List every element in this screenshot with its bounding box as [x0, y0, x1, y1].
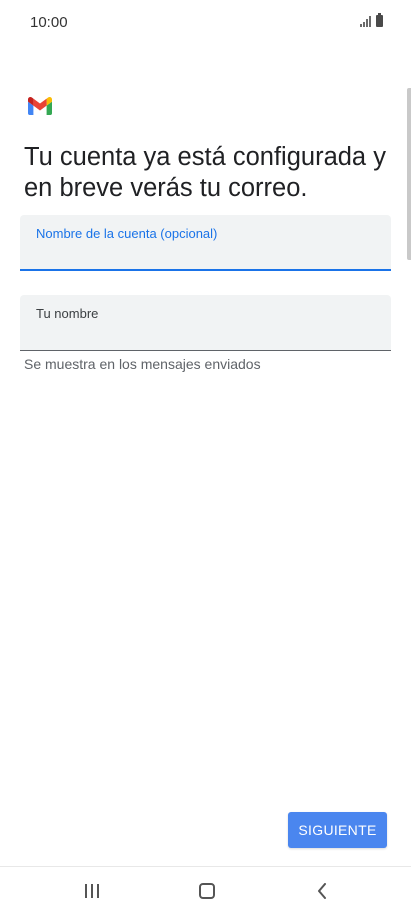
next-button[interactable]: SIGUIENTE: [288, 812, 387, 848]
your-name-label: Tu nombre: [36, 306, 99, 321]
signal-icon: [360, 15, 371, 27]
home-icon: [199, 883, 215, 899]
recents-button[interactable]: [62, 867, 122, 915]
status-time: 10:00: [30, 14, 68, 31]
your-name-field[interactable]: Tu nombre: [20, 295, 391, 351]
account-name-field[interactable]: Nombre de la cuenta (opcional): [20, 215, 391, 271]
back-button[interactable]: [292, 867, 352, 915]
your-name-input[interactable]: [36, 323, 376, 345]
battery-icon: [376, 13, 383, 27]
home-button[interactable]: [177, 867, 237, 915]
back-icon: [318, 883, 326, 899]
account-name-label: Nombre de la cuenta (opcional): [36, 226, 218, 241]
navigation-bar: [0, 866, 411, 915]
account-name-input[interactable]: [36, 243, 376, 265]
status-icons: [360, 13, 383, 27]
recents-icon: [85, 884, 99, 898]
gmail-logo-icon: [28, 97, 52, 115]
status-bar: 10:00: [0, 0, 411, 46]
scrollbar[interactable]: [407, 88, 411, 260]
your-name-helper-text: Se muestra en los mensajes enviados: [24, 356, 261, 372]
page-title: Tu cuenta ya está configurada y en breve…: [24, 143, 386, 202]
